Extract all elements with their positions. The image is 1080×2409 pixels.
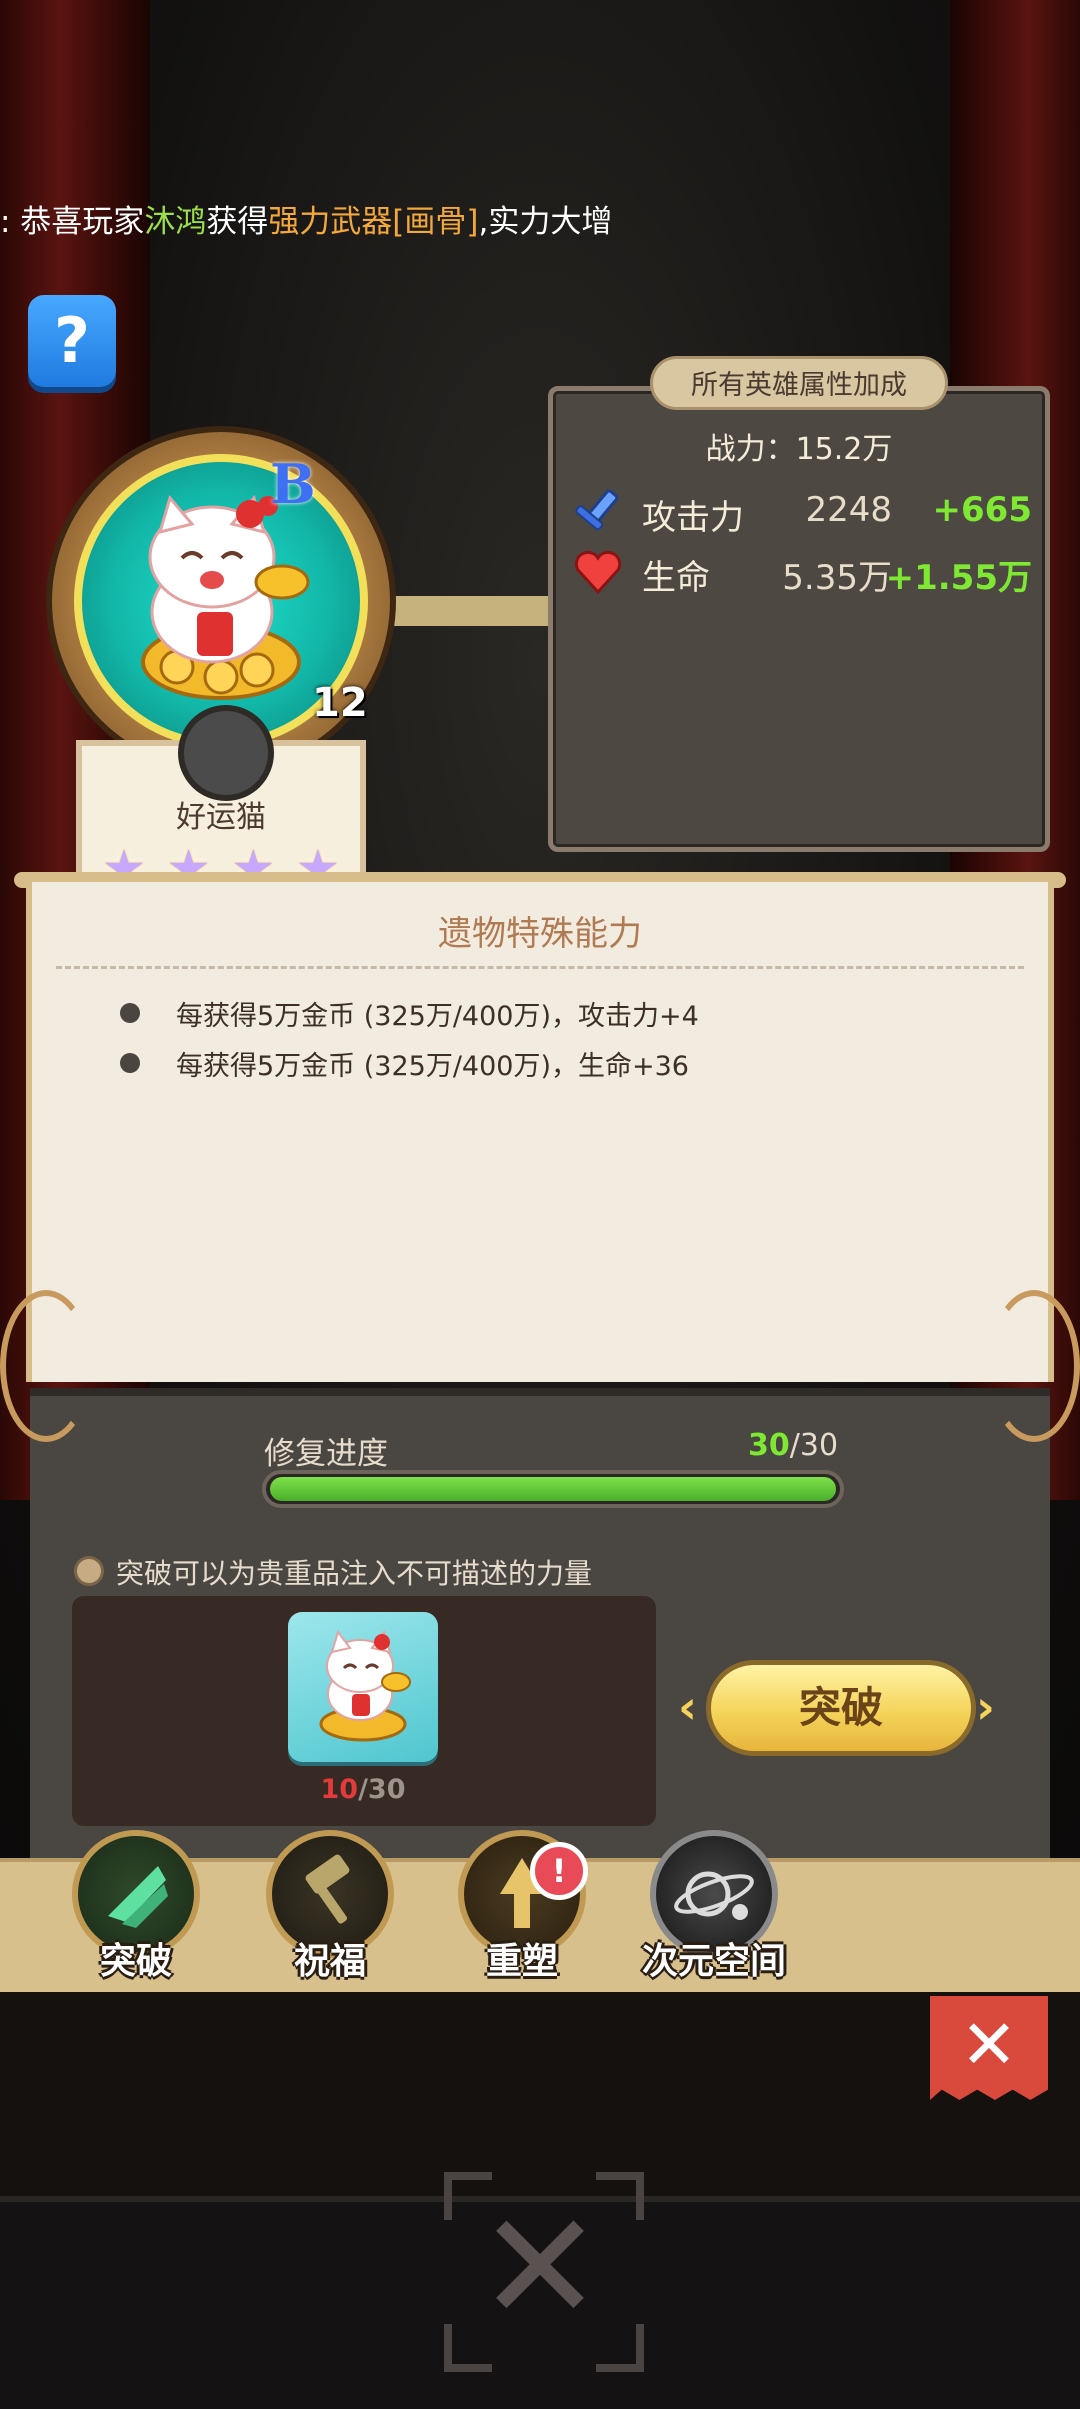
question-icon: ? [54,304,90,377]
stat-row-attack: 攻击力 2248 +665 [572,482,1032,542]
corner-bracket [444,2172,492,2220]
close-flag-button[interactable]: ✕ [930,1996,1048,2100]
ticker-player: 沐鸿 [144,204,207,240]
material-count: 10/30 [288,1774,438,1805]
corner-bracket [444,2324,492,2372]
lucky-cat-icon [319,1629,411,1742]
repair-progress-fill [270,1477,836,1501]
stats-title: 所有英雄属性加成 [650,356,948,410]
close-icon: ✕ [960,2006,1018,2085]
stat-row-health: 生命 5.35万 +1.55万 [572,542,1032,602]
relic-level: 12 [312,680,368,726]
ticker-mid: 获得 [206,204,269,240]
tab-label: 次元空间 [641,1941,786,1982]
ability-line: 每获得5万金币 (325万/400万)，攻击力+4 [176,1001,699,1032]
decorative-bar [390,596,558,626]
repair-total: /30 [789,1428,839,1463]
tab-dimension-space[interactable]: 次元空间 [642,1830,786,1982]
ticker-suffix: ,实力大增 [478,204,613,240]
material-total: /30 [358,1774,406,1805]
heart-icon [574,550,622,595]
divider [56,966,1024,969]
corner-bracket [596,2324,644,2372]
relic-name: 好运猫 [176,800,266,835]
rope-decoration [0,1290,92,1442]
medallion-knob [178,705,274,801]
alert-badge-icon: ! [530,1842,588,1900]
power-label: 战力：15.2万 [705,432,893,467]
material-current: 10 [320,1774,359,1805]
material-item[interactable] [288,1612,438,1762]
breakthrough-button[interactable]: 突破 [706,1660,976,1756]
ability-title: 遗物特殊能力 [438,914,642,954]
bullet-icon [120,1053,140,1073]
tab-breakthrough[interactable]: 突破 [66,1830,206,1982]
hint-icon [74,1556,104,1586]
tab-label: 重塑 [485,1941,558,1982]
ability-panel [26,882,1054,1382]
stat-value: 2248 [805,490,892,530]
stat-bonus: +1.55万 [885,558,1032,598]
ticker-prefix: : 恭喜玩家 [0,204,145,240]
bullet-icon [120,1003,140,1023]
tab-label: 祝福 [293,1941,366,1982]
stat-label: 攻击力 [642,498,744,538]
stat-value: 5.35万 [782,558,892,598]
tab-label: 突破 [99,1941,172,1982]
tab-blessing[interactable]: 祝福 [260,1830,400,1982]
relic-grade: B [270,452,316,516]
stat-bonus: +665 [932,490,1032,530]
hint-text: 突破可以为贵重品注入不可描述的力量 [116,1557,593,1590]
sword-icon [575,489,619,531]
corner-bracket [596,2172,644,2220]
rope-decoration [988,1290,1080,1442]
repair-label: 修复进度 [264,1436,388,1472]
repair-current: 30 [748,1428,790,1463]
stat-label: 生命 [642,558,710,598]
ticker-item: 强力武器[画骨] [268,204,479,240]
close-icon: ✕ [477,2181,603,2355]
arrow-left-icon: ‹ [678,1680,697,1734]
help-button[interactable]: ? [28,295,116,387]
announcement-ticker: : 恭喜玩家沐鸿获得强力武器[画骨],实力大增 [0,196,1080,246]
arrow-right-icon: › [976,1680,995,1734]
repair-count: 30/30 [748,1428,838,1463]
ability-line: 每获得5万金币 (325万/400万)，生命+36 [176,1051,689,1082]
